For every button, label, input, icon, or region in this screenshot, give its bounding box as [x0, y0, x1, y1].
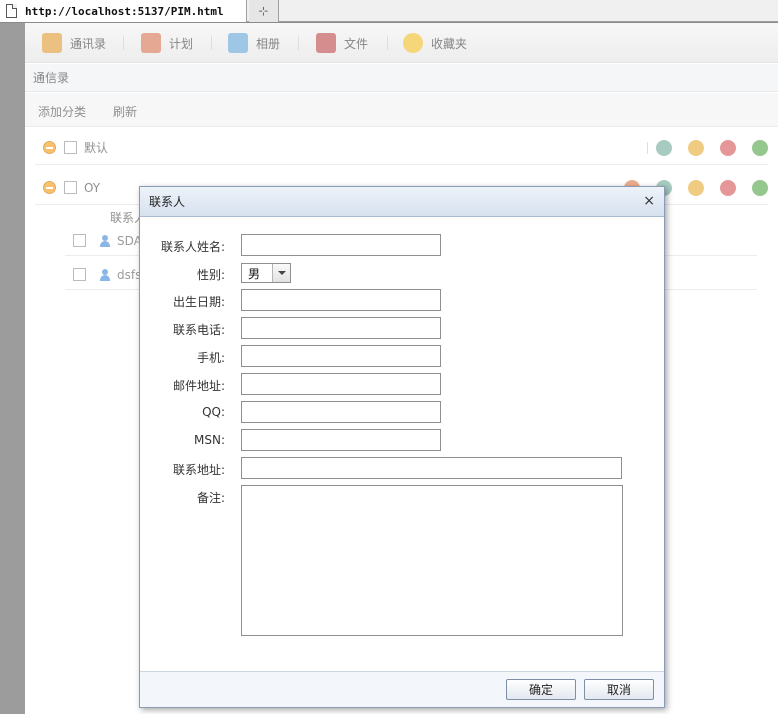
- contact-dialog: 联系人 × 联系人姓名: 性别: 男 出生日期: 联系电话: 手机: 邮件地址:…: [139, 186, 665, 708]
- left-gutter: [0, 23, 25, 714]
- close-icon[interactable]: ×: [643, 193, 655, 209]
- browser-tab-title: http://localhost:5137/PIM.html: [25, 4, 224, 18]
- phone-input[interactable]: [241, 317, 441, 339]
- dialog-title: 联系人: [149, 195, 186, 209]
- notes-textarea[interactable]: [241, 485, 623, 636]
- address-label: 联系地址:: [172, 463, 225, 477]
- address-input[interactable]: [241, 457, 622, 479]
- chevron-down-icon[interactable]: [272, 264, 290, 282]
- mobile-input[interactable]: [241, 345, 441, 367]
- name-input[interactable]: [241, 234, 441, 256]
- mobile-label: 手机:: [196, 351, 225, 365]
- dialog-title-bar: 联系人 ×: [140, 187, 664, 217]
- gender-selected-value: 男: [248, 266, 261, 281]
- msn-input[interactable]: [241, 429, 441, 451]
- new-tab-icon: ⊹: [258, 4, 269, 18]
- msn-label: MSN:: [194, 433, 225, 447]
- cancel-button[interactable]: 取消: [584, 679, 654, 700]
- phone-label: 联系电话:: [172, 323, 225, 337]
- ok-button[interactable]: 确定: [506, 679, 576, 700]
- qq-label: QQ:: [202, 405, 225, 419]
- email-label: 邮件地址:: [172, 379, 225, 393]
- notes-label: 备注:: [196, 491, 225, 505]
- name-label: 联系人姓名:: [160, 240, 225, 254]
- document-icon: [6, 4, 17, 18]
- dialog-footer: 确定 取消: [140, 671, 664, 707]
- new-tab-button[interactable]: ⊹: [249, 0, 279, 22]
- browser-tab-strip: http://localhost:5137/PIM.html ⊹: [0, 0, 778, 22]
- browser-tab[interactable]: http://localhost:5137/PIM.html: [0, 0, 247, 22]
- gender-select[interactable]: 男: [241, 263, 291, 283]
- birthday-label: 出生日期:: [172, 295, 225, 309]
- birthday-input[interactable]: [241, 289, 441, 311]
- email-input[interactable]: [241, 373, 441, 395]
- gender-label: 性别:: [196, 268, 225, 282]
- qq-input[interactable]: [241, 401, 441, 423]
